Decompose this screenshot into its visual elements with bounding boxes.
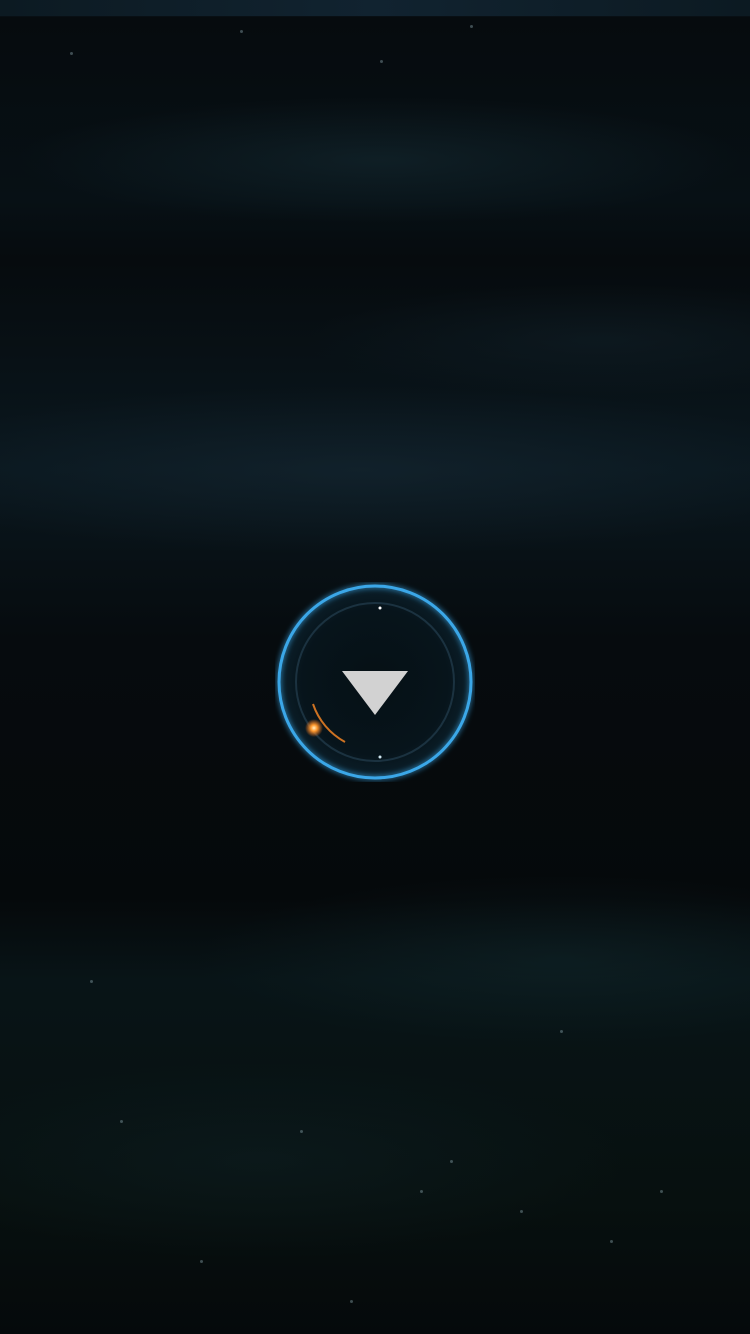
splash-screen: [0, 0, 750, 1334]
particle: [420, 1190, 423, 1193]
particle: [520, 1210, 523, 1213]
particle: [200, 1260, 203, 1263]
top-dot: [378, 606, 382, 610]
particle: [350, 1300, 353, 1303]
particle: [380, 60, 383, 63]
particle: [240, 30, 243, 33]
particle: [470, 25, 473, 28]
particle: [120, 1120, 123, 1123]
particle: [300, 1130, 303, 1133]
particle: [90, 980, 93, 983]
particle: [70, 52, 73, 55]
lens-flare: [305, 719, 323, 737]
status-bar: [0, 0, 750, 16]
particle: [610, 1240, 613, 1243]
bottom-dot: [378, 755, 382, 759]
particle: [660, 1190, 663, 1193]
particle: [450, 1160, 453, 1163]
scroll-down-button[interactable]: [275, 582, 475, 782]
particle: [560, 1030, 563, 1033]
